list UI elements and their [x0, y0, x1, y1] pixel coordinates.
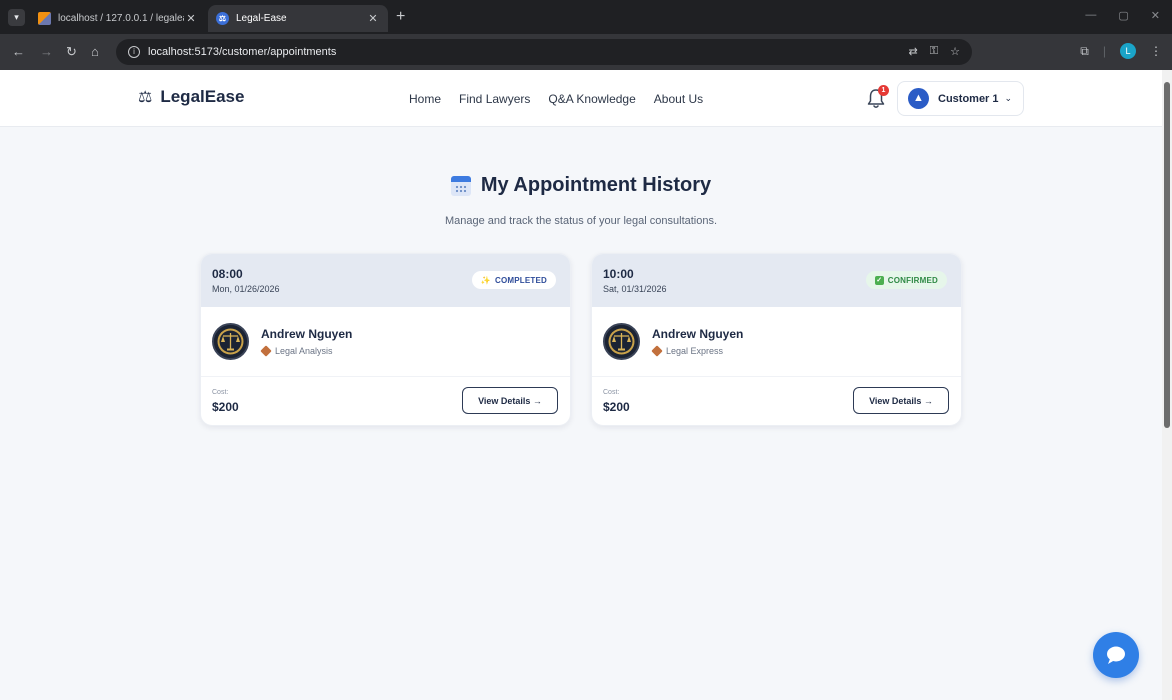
notification-bell-icon[interactable]: 1 [866, 85, 889, 110]
browser-tab-bar: ▾ localhost / 127.0.0.1 / legaleasc ✕ ⚖ … [0, 0, 1172, 34]
cost-label: Cost: [603, 389, 620, 396]
site-navbar: ⚖ LegalEase Home Find Lawyers Q&A Knowle… [0, 70, 1162, 127]
user-name: Customer 1 [938, 92, 999, 105]
appointment-card-body: Andrew Nguyen Legal Analysis [201, 307, 570, 377]
party-popper-icon: ✨ [480, 275, 491, 285]
lawyer-name: Andrew Nguyen [261, 327, 353, 341]
package-icon [651, 345, 663, 357]
appointment-card-footer: Cost: $200 View Details → [592, 377, 961, 425]
forward-icon[interactable]: → [40, 44, 53, 59]
minimize-icon[interactable]: — [1085, 9, 1096, 22]
lawyer-avatar [212, 323, 249, 360]
appointment-date: Sat, 01/31/2026 [603, 284, 667, 294]
bookmark-star-icon[interactable]: ☆ [950, 45, 960, 58]
calendar-icon [450, 175, 471, 196]
extensions-icon[interactable]: ⧉ [1080, 44, 1089, 59]
browser-toolbar: ← → ↻ ⌂ i localhost:5173/customer/appoin… [0, 34, 1172, 70]
check-icon: ✓ [874, 275, 884, 285]
scales-icon: ⚖ [138, 89, 153, 106]
close-tab-icon[interactable]: ✕ [184, 12, 198, 25]
appointment-card: 08:00 Mon, 01/26/2026 ✨ COMPLETED Andrew… [200, 253, 571, 426]
cost-label: Cost: [212, 389, 229, 396]
nav-link-home[interactable]: Home [409, 92, 441, 106]
package-icon [260, 345, 272, 357]
brand-name: LegalEase [160, 87, 245, 106]
appointment-card-footer: Cost: $200 View Details → [201, 377, 570, 425]
appointment-time: 08:00 [212, 267, 243, 281]
user-menu-button[interactable]: ▲ Customer 1 ⌄ [897, 81, 1024, 116]
appointment-card: 10:00 Sat, 01/31/2026 ✓ CONFIRMED Andrew… [591, 253, 962, 426]
translate-icon[interactable]: ⇄ [909, 45, 918, 58]
address-bar[interactable]: i localhost:5173/customer/appointments ⇄… [116, 39, 972, 65]
service-type: Legal Analysis [260, 345, 333, 357]
chat-button[interactable] [1093, 632, 1139, 678]
password-key-icon[interactable]: ⚿ [930, 45, 938, 58]
chevron-down-icon: ⌄ [1004, 93, 1013, 103]
window-controls: — ▢ ✕ [1085, 9, 1160, 22]
browser-tab-legalease[interactable]: ⚖ Legal-Ease ✕ [208, 5, 388, 32]
page-viewport: ⚖ LegalEase Home Find Lawyers Q&A Knowle… [0, 70, 1162, 700]
user-avatar-icon: ▲ [908, 88, 929, 109]
service-text: Legal Analysis [275, 346, 333, 356]
nav-link-qa-knowledge[interactable]: Q&A Knowledge [548, 92, 635, 106]
back-icon[interactable]: ← [12, 44, 25, 59]
brand-logo[interactable]: ⚖ LegalEase [138, 87, 244, 107]
nav-link-about-us[interactable]: About Us [654, 92, 703, 106]
status-text: CONFIRMED [887, 275, 938, 285]
appointment-card-body: Andrew Nguyen Legal Express [592, 307, 961, 377]
site-info-icon[interactable]: i [128, 46, 140, 58]
nav-link-find-lawyers[interactable]: Find Lawyers [459, 92, 530, 106]
cost-value: $200 [603, 400, 630, 414]
profile-avatar[interactable]: L [1120, 43, 1136, 59]
nav-links: Home Find Lawyers Q&A Knowledge About Us [409, 92, 703, 106]
url-text: localhost:5173/customer/appointments [148, 46, 337, 58]
scrollbar-thumb[interactable] [1164, 82, 1170, 428]
service-type: Legal Express [651, 345, 724, 357]
page-heading: My Appointment History [0, 174, 1162, 197]
page-title: My Appointment History [480, 174, 712, 196]
close-window-icon[interactable]: ✕ [1151, 9, 1160, 22]
phpmyadmin-icon [38, 12, 51, 25]
appointment-date: Mon, 01/26/2026 [212, 284, 280, 294]
browser-tab-phpmyadmin[interactable]: localhost / 127.0.0.1 / legaleasc ✕ [30, 5, 206, 32]
notification-count-badge: 1 [878, 85, 889, 96]
service-text: Legal Express [666, 346, 724, 356]
page-subtitle: Manage and track the status of your lega… [444, 215, 718, 227]
tab-search-icon[interactable]: ▾ [8, 9, 25, 26]
reload-icon[interactable]: ↻ [66, 44, 77, 59]
tab-title: Legal-Ease [236, 13, 287, 24]
toolbar-divider: | [1102, 44, 1106, 58]
status-badge: ✨ COMPLETED [471, 271, 556, 289]
status-text: COMPLETED [494, 275, 547, 285]
restore-icon[interactable]: ▢ [1118, 9, 1128, 22]
lawyer-name: Andrew Nguyen [652, 327, 744, 341]
lawyer-avatar [603, 323, 640, 360]
chat-bubble-icon [1107, 646, 1125, 664]
cost-value: $200 [212, 400, 239, 414]
view-details-button[interactable]: View Details → [462, 387, 558, 414]
view-details-button[interactable]: View Details → [853, 387, 949, 414]
browser-menu-icon[interactable]: ⋮ [1150, 44, 1162, 58]
appointment-card-header: 08:00 Mon, 01/26/2026 ✨ COMPLETED [201, 254, 570, 307]
appointment-time: 10:00 [603, 267, 634, 281]
new-tab-icon[interactable]: + [396, 9, 405, 25]
close-tab-icon[interactable]: ✕ [366, 12, 380, 25]
appointment-card-header: 10:00 Sat, 01/31/2026 ✓ CONFIRMED [592, 254, 961, 307]
page-scrollbar[interactable] [1162, 70, 1172, 700]
tab-title: localhost / 127.0.0.1 / legaleasc [58, 13, 184, 24]
legalease-favicon: ⚖ [216, 12, 229, 25]
status-badge: ✓ CONFIRMED [865, 271, 947, 289]
home-icon[interactable]: ⌂ [91, 44, 99, 59]
